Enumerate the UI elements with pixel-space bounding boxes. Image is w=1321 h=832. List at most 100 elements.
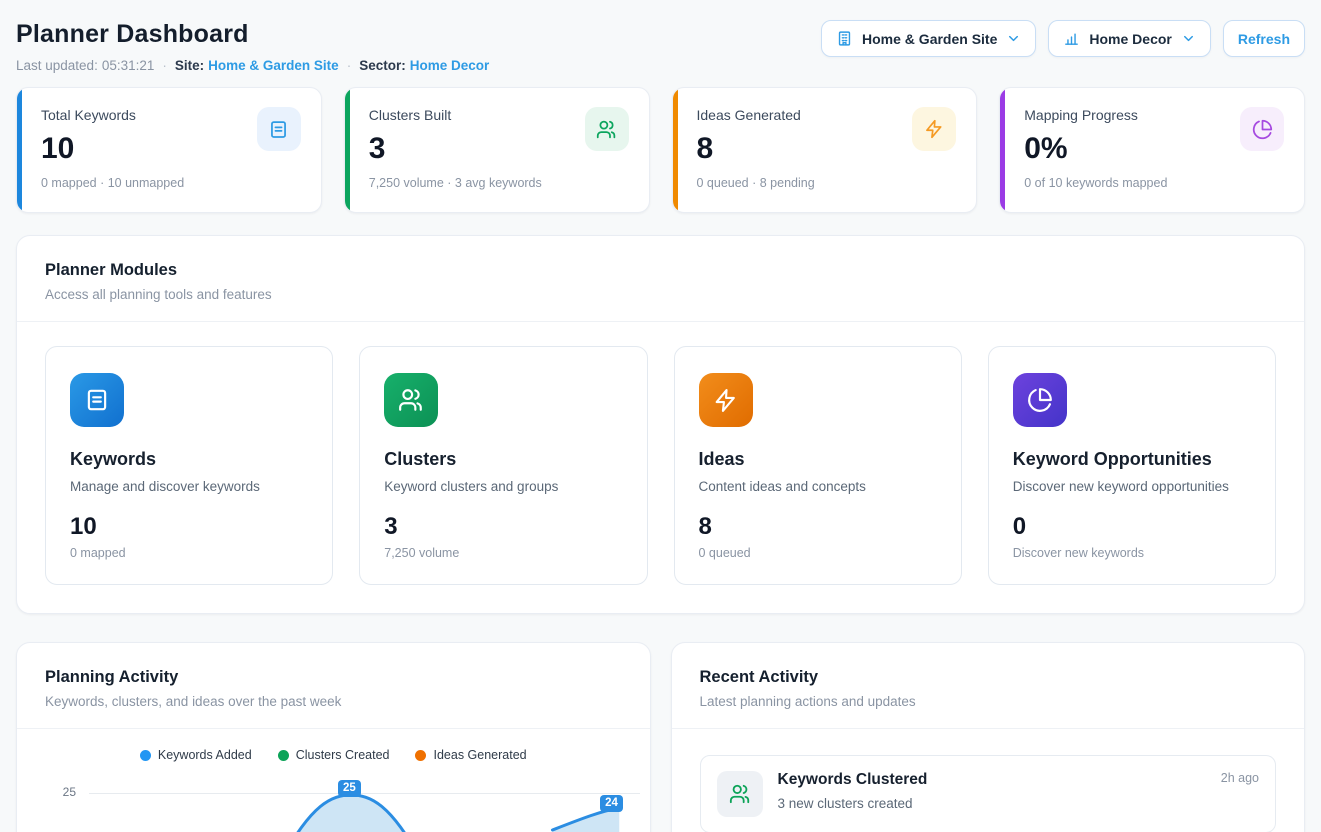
lightning-icon [912, 107, 956, 151]
sector-label: Sector: [359, 58, 406, 73]
module-desc: Keyword clusters and groups [384, 479, 622, 494]
document-icon [70, 373, 124, 427]
panel-subtitle: Access all planning tools and features [45, 287, 1276, 302]
sector-selector-dropdown[interactable]: Home Decor [1048, 20, 1210, 57]
stat-label: Ideas Generated [697, 107, 815, 123]
stat-sub: 0 mapped · 10 unmapped [41, 176, 184, 190]
module-value: 3 [384, 513, 622, 541]
module-desc: Manage and discover keywords [70, 479, 308, 494]
chart-plot-area: 25 24 [89, 782, 640, 832]
site-selector-dropdown[interactable]: Home & Garden Site [821, 20, 1036, 57]
panel-title: Recent Activity [700, 668, 1277, 687]
stat-card-clusters-built: Clusters Built 3 7,250 volume · 3 avg ke… [344, 87, 650, 213]
module-title: Keyword Opportunities [1013, 449, 1251, 470]
stat-label: Clusters Built [369, 107, 542, 123]
legend-item-ideas-generated[interactable]: Ideas Generated [415, 748, 526, 762]
module-card-keyword-opportunities[interactable]: Keyword Opportunities Discover new keywo… [988, 346, 1276, 585]
module-desc: Discover new keyword opportunities [1013, 479, 1251, 494]
chevron-down-icon [1181, 31, 1196, 46]
meta-separator: · [347, 58, 352, 73]
module-title: Ideas [699, 449, 937, 470]
users-icon [585, 107, 629, 151]
document-icon [257, 107, 301, 151]
stat-value: 8 [697, 132, 815, 166]
divider [17, 728, 650, 729]
legend-dot-green [278, 750, 289, 761]
users-icon [717, 771, 763, 817]
module-value: 10 [70, 513, 308, 541]
site-selector-value: Home & Garden Site [862, 31, 997, 47]
refresh-button[interactable]: Refresh [1223, 20, 1305, 57]
module-card-ideas[interactable]: Ideas Content ideas and concepts 8 0 que… [674, 346, 962, 585]
stats-row: Total Keywords 10 0 mapped · 10 unmapped… [16, 87, 1305, 213]
bar-chart-icon [1063, 30, 1080, 47]
site-link[interactable]: Home & Garden Site [208, 58, 339, 73]
header-controls: Home & Garden Site Home Decor Refresh [821, 20, 1305, 57]
module-value: 8 [699, 513, 937, 541]
activity-chart: 25 25 24 [17, 782, 650, 832]
planner-modules-panel: Planner Modules Access all planning tool… [16, 235, 1305, 614]
meta-separator: · [162, 58, 167, 73]
divider [672, 728, 1305, 729]
users-icon [384, 373, 438, 427]
bottom-row: Planning Activity Keywords, clusters, an… [16, 642, 1305, 832]
module-card-clusters[interactable]: Clusters Keyword clusters and groups 3 7… [359, 346, 647, 585]
legend-label: Keywords Added [158, 748, 252, 762]
module-title: Keywords [70, 449, 308, 470]
last-updated-value: 05:31:21 [102, 58, 155, 73]
module-value: 0 [1013, 513, 1251, 541]
sector-link[interactable]: Home Decor [410, 58, 490, 73]
stat-value: 3 [369, 132, 542, 166]
legend-label: Ideas Generated [433, 748, 526, 762]
planner-dashboard-page: Planner Dashboard Last updated: 05:31:21… [0, 0, 1321, 832]
stat-body: Clusters Built 3 7,250 volume · 3 avg ke… [369, 107, 542, 196]
legend-item-keywords-added[interactable]: Keywords Added [140, 748, 252, 762]
y-axis-tick: 25 [17, 785, 76, 799]
header-meta: Last updated: 05:31:21 · Site: Home & Ga… [16, 58, 489, 73]
panel-title: Planning Activity [45, 668, 622, 687]
pie-chart-icon [1013, 373, 1067, 427]
lightning-icon [699, 373, 753, 427]
stat-card-total-keywords: Total Keywords 10 0 mapped · 10 unmapped [16, 87, 322, 213]
module-sub: Discover new keywords [1013, 546, 1251, 560]
module-card-keywords[interactable]: Keywords Manage and discover keywords 10… [45, 346, 333, 585]
data-point-badge: 25 [338, 780, 361, 797]
data-point-badge: 24 [600, 795, 623, 812]
stat-body: Ideas Generated 8 0 queued · 8 pending [697, 107, 815, 196]
panel-header: Planning Activity Keywords, clusters, an… [17, 643, 650, 728]
legend-dot-orange [415, 750, 426, 761]
stat-label: Mapping Progress [1024, 107, 1167, 123]
building-icon [836, 30, 853, 47]
activity-description: 3 new clusters created [778, 796, 1260, 811]
chart-legend: Keywords Added Clusters Created Ideas Ge… [17, 748, 650, 762]
panel-header: Recent Activity Latest planning actions … [672, 643, 1305, 728]
sector-selector-value: Home Decor [1089, 31, 1171, 47]
panel-title: Planner Modules [45, 261, 1276, 280]
chevron-down-icon [1006, 31, 1021, 46]
activity-body: Keywords Clustered 2h ago 3 new clusters… [778, 771, 1260, 817]
stat-sub: 0 of 10 keywords mapped [1024, 176, 1167, 190]
stat-sub: 0 queued · 8 pending [697, 176, 815, 190]
module-sub: 0 mapped [70, 546, 308, 560]
stat-body: Mapping Progress 0% 0 of 10 keywords map… [1024, 107, 1167, 196]
panel-header: Planner Modules Access all planning tool… [17, 236, 1304, 321]
stat-card-ideas-generated: Ideas Generated 8 0 queued · 8 pending [672, 87, 978, 213]
panel-subtitle: Keywords, clusters, and ideas over the p… [45, 694, 622, 709]
stat-sub: 7,250 volume · 3 avg keywords [369, 176, 542, 190]
modules-grid: Keywords Manage and discover keywords 10… [17, 322, 1304, 613]
activity-item-keywords-clustered[interactable]: Keywords Clustered 2h ago 3 new clusters… [700, 755, 1277, 832]
activity-title: Keywords Clustered [778, 771, 928, 789]
stat-body: Total Keywords 10 0 mapped · 10 unmapped [41, 107, 184, 196]
panel-subtitle: Latest planning actions and updates [700, 694, 1277, 709]
module-sub: 7,250 volume [384, 546, 622, 560]
pie-chart-icon [1240, 107, 1284, 151]
activity-top-row: Keywords Clustered 2h ago [778, 771, 1260, 789]
last-updated-label: Last updated: [16, 58, 98, 73]
planning-activity-card: Planning Activity Keywords, clusters, an… [16, 642, 651, 832]
legend-dot-blue [140, 750, 151, 761]
page-title: Planner Dashboard [16, 20, 489, 49]
stat-label: Total Keywords [41, 107, 184, 123]
legend-item-clusters-created[interactable]: Clusters Created [278, 748, 390, 762]
module-sub: 0 queued [699, 546, 937, 560]
page-header: Planner Dashboard Last updated: 05:31:21… [16, 20, 1305, 73]
